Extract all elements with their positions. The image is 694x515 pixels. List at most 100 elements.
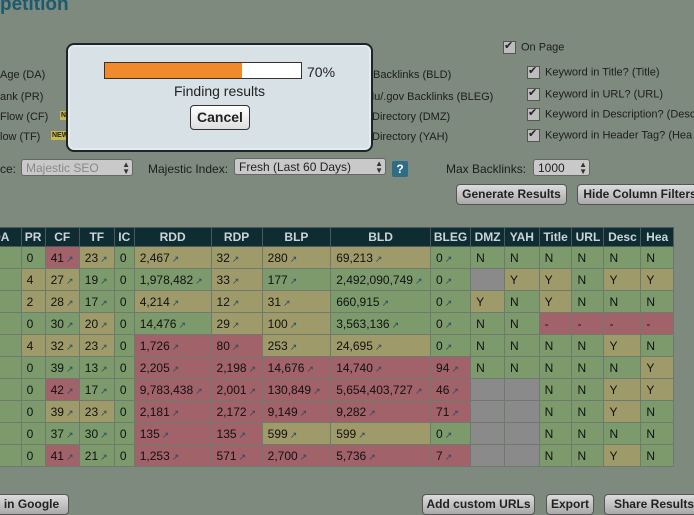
external-link-icon[interactable]: ↗	[375, 254, 383, 264]
option-dmz[interactable]: Directory (DMZ)	[372, 111, 450, 123]
cancel-button[interactable]: Cancel	[190, 105, 250, 130]
external-link-icon[interactable]: ↗	[368, 452, 376, 462]
hide-column-filters-button[interactable]: Hide Column Filters	[577, 184, 694, 205]
on-page-toggle[interactable]: On Page	[503, 39, 564, 54]
option-bleg[interactable]: du/.gov Backlinks (BLEG)	[368, 91, 493, 103]
external-link-icon[interactable]: ↗	[290, 254, 298, 264]
option-cf[interactable]: Flow (CF)	[0, 111, 48, 123]
external-link-icon[interactable]: ↗	[445, 320, 453, 330]
external-link-icon[interactable]: ↗	[300, 408, 308, 418]
column-header-hea[interactable]: Hea	[640, 227, 674, 247]
external-link-icon[interactable]: ↗	[195, 386, 203, 396]
external-link-icon[interactable]: ↗	[66, 342, 74, 352]
external-link-icon[interactable]: ↗	[451, 364, 459, 374]
external-link-icon[interactable]: ↗	[100, 254, 108, 264]
external-link-icon[interactable]: ↗	[66, 430, 74, 440]
column-header-da[interactable]: DA	[0, 227, 22, 247]
external-link-icon[interactable]: ↗	[66, 452, 74, 462]
external-link-icon[interactable]: ↗	[249, 364, 257, 374]
option-bld[interactable]: Backlinks (BLD)	[373, 69, 451, 81]
external-link-icon[interactable]: ↗	[172, 452, 180, 462]
external-link-icon[interactable]: ↗	[232, 254, 240, 264]
option-tf[interactable]: low (TF)	[0, 131, 40, 143]
external-link-icon[interactable]: ↗	[178, 320, 186, 330]
external-link-icon[interactable]: ↗	[232, 342, 240, 352]
export-button[interactable]: Export	[546, 494, 594, 515]
column-header-blp[interactable]: BLP	[261, 227, 332, 247]
external-link-icon[interactable]: ↗	[100, 408, 108, 418]
help-icon[interactable]: ?	[392, 161, 408, 177]
column-header-url[interactable]: URL	[571, 227, 605, 247]
column-header-yah[interactable]: YAH	[504, 227, 540, 247]
column-header-dmz[interactable]: DMZ	[470, 227, 506, 247]
column-header-desc[interactable]: Desc	[603, 227, 642, 247]
external-link-icon[interactable]: ↗	[239, 452, 247, 462]
column-header-tf[interactable]: TF	[78, 227, 115, 247]
external-link-icon[interactable]: ↗	[100, 320, 108, 330]
external-link-icon[interactable]: ↗	[445, 452, 453, 462]
external-link-icon[interactable]: ↗	[100, 430, 108, 440]
external-link-icon[interactable]: ↗	[232, 320, 240, 330]
external-link-icon[interactable]: ↗	[172, 364, 180, 374]
column-header-rdp[interactable]: RDP	[210, 227, 263, 247]
external-link-icon[interactable]: ↗	[415, 386, 423, 396]
external-link-icon[interactable]: ↗	[195, 276, 203, 286]
column-header-bld[interactable]: BLD	[330, 227, 432, 247]
external-link-icon[interactable]: ↗	[100, 276, 108, 286]
option-title[interactable]: Keyword in Title? (Title)	[527, 64, 660, 79]
external-link-icon[interactable]: ↗	[451, 386, 459, 396]
google-button[interactable]: ts in Google	[0, 494, 69, 515]
external-link-icon[interactable]: ↗	[172, 254, 180, 264]
external-link-icon[interactable]: ↗	[445, 342, 453, 352]
column-header-cf[interactable]: CF	[44, 227, 80, 247]
external-link-icon[interactable]: ↗	[232, 298, 240, 308]
majestic-index-select[interactable]: Fresh (Last 60 Days) ▲ ▼	[234, 158, 386, 175]
column-header-ic[interactable]: IC	[113, 227, 135, 247]
share-results-button[interactable]: Share Results	[604, 494, 694, 515]
column-header-pr[interactable]: PR	[20, 227, 46, 247]
external-link-icon[interactable]: ↗	[290, 342, 298, 352]
checkbox-icon[interactable]	[503, 39, 516, 54]
checkbox-icon[interactable]	[527, 64, 540, 79]
option-pr[interactable]: ank (PR)	[0, 91, 43, 103]
column-header-rdd[interactable]: RDD	[133, 227, 212, 247]
external-link-icon[interactable]: ↗	[415, 276, 423, 286]
external-link-icon[interactable]: ↗	[66, 320, 74, 330]
external-link-icon[interactable]: ↗	[172, 342, 180, 352]
external-link-icon[interactable]: ↗	[66, 298, 74, 308]
external-link-icon[interactable]: ↗	[392, 320, 400, 330]
external-link-icon[interactable]: ↗	[283, 298, 291, 308]
column-header-title[interactable]: Title	[538, 227, 573, 247]
external-link-icon[interactable]: ↗	[66, 386, 74, 396]
external-link-icon[interactable]: ↗	[290, 320, 298, 330]
option-desc[interactable]: Keyword in Description? (Desc	[527, 106, 694, 121]
external-link-icon[interactable]: ↗	[249, 408, 257, 418]
external-link-icon[interactable]: ↗	[368, 408, 376, 418]
column-header-bleg[interactable]: BLEG	[430, 227, 472, 247]
generate-results-button[interactable]: Generate Results	[456, 184, 567, 205]
external-link-icon[interactable]: ↗	[290, 430, 298, 440]
external-link-icon[interactable]: ↗	[306, 364, 314, 374]
external-link-icon[interactable]: ↗	[100, 342, 108, 352]
external-link-icon[interactable]: ↗	[451, 408, 459, 418]
external-link-icon[interactable]: ↗	[445, 254, 453, 264]
external-link-icon[interactable]: ↗	[445, 276, 453, 286]
external-link-icon[interactable]: ↗	[172, 298, 180, 308]
external-link-icon[interactable]: ↗	[66, 408, 74, 418]
external-link-icon[interactable]: ↗	[66, 254, 74, 264]
external-link-icon[interactable]: ↗	[375, 342, 383, 352]
external-link-icon[interactable]: ↗	[313, 386, 321, 396]
external-link-icon[interactable]: ↗	[100, 364, 108, 374]
checkbox-icon[interactable]	[527, 127, 540, 142]
source-select[interactable]: Majestic SEO ▲ ▼	[21, 159, 133, 176]
external-link-icon[interactable]: ↗	[375, 364, 383, 374]
external-link-icon[interactable]: ↗	[300, 452, 308, 462]
max-backlinks-select[interactable]: 1000 ▲ ▼	[533, 159, 590, 176]
external-link-icon[interactable]: ↗	[232, 276, 240, 286]
external-link-icon[interactable]: ↗	[162, 430, 170, 440]
external-link-icon[interactable]: ↗	[290, 276, 298, 286]
checkbox-icon[interactable]	[527, 86, 540, 101]
external-link-icon[interactable]: ↗	[249, 386, 257, 396]
checkbox-icon[interactable]	[527, 106, 540, 121]
option-header[interactable]: Keyword in Header Tag? (Hea	[527, 127, 692, 142]
